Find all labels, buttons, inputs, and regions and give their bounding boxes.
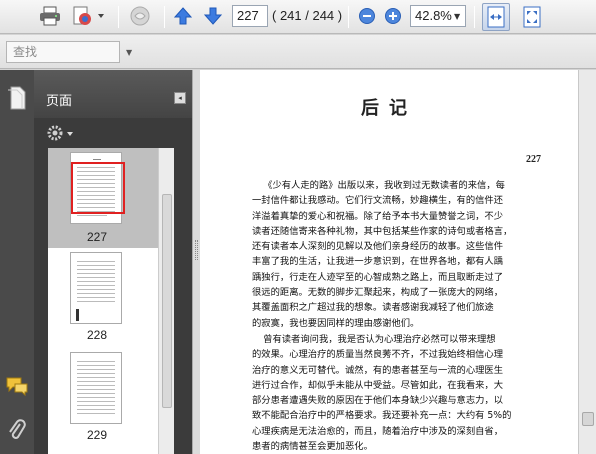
- search-bar: 查找 ▼: [0, 35, 596, 69]
- thumbnail-label: 228: [86, 328, 108, 342]
- search-input[interactable]: 查找: [6, 41, 120, 63]
- page-count-label: ( 241 / 244 ): [272, 8, 343, 23]
- text-line: 治疗的意义无可替代。诚然，有的患者甚至与一流的心理医生: [252, 364, 504, 376]
- text-line: 的效果。心理治疗的质量当然良莠不齐，不过我始终相信心理: [252, 349, 504, 361]
- document-scrollbar[interactable]: [578, 70, 596, 454]
- document-page: 后记 227 《少有人走的路》出版以来，我收到过无数读者的来信，每一封信件都让我…: [200, 70, 578, 454]
- pages-panel-title: 页面: [46, 94, 73, 109]
- attachment-icon[interactable]: [8, 418, 26, 445]
- text-line: 一封信件都让我感动。它们行文流畅，妙趣横生，有的信件还: [252, 195, 504, 207]
- thumbnail-item[interactable]: 227: [48, 148, 174, 248]
- document-scrollbar-thumb[interactable]: [582, 412, 594, 426]
- zoom-out-button[interactable]: [356, 4, 378, 28]
- visible-area-frame[interactable]: [71, 162, 125, 214]
- text-line: 很远的距离。无数的脚步汇聚起来，构成了一张庞大的网络，: [252, 287, 504, 299]
- main-toolbar: 227 ( 241 / 244 ) 42.8% ▼: [0, 0, 596, 34]
- thumbnail-label: 229: [86, 428, 108, 442]
- fit-width-button[interactable]: [482, 3, 510, 31]
- previous-page-button[interactable]: [172, 4, 194, 28]
- text-line: 进行过合作，却似乎未能从中受益。尽管如此，在我看来，大: [252, 379, 504, 391]
- text-line: 致不能配合治疗中的严格要求。我还要补充一点：大约有 5%的: [252, 410, 512, 422]
- text-line: 踽独行，行走在人迹罕至的心智成熟之路上，而且取断走过了: [252, 271, 504, 283]
- options-gear-icon[interactable]: [46, 124, 74, 145]
- comments-icon[interactable]: [5, 376, 29, 399]
- panel-splitter[interactable]: [192, 70, 200, 454]
- thumbnail-label: 227: [86, 230, 108, 244]
- fit-page-button[interactable]: [518, 3, 546, 31]
- navigation-strip: [0, 70, 34, 454]
- text-line: 洋溢着真挚的爱心和祝福。除了给予本书大量赞誉之词，不少: [252, 210, 504, 222]
- search-dropdown-icon[interactable]: ▼: [126, 48, 132, 57]
- thumbnail-item[interactable]: 228: [48, 248, 174, 348]
- text-line: 曾有读者询问我，我是否认为心理治疗必然可以带来理想: [263, 334, 496, 345]
- text-line: 患者的病情甚至会更加恶化。: [252, 441, 373, 453]
- text-line: 的寂寞，我也要因同样的理由感谢他们。: [252, 317, 420, 329]
- collaborate-icon[interactable]: [126, 4, 154, 28]
- print-icon[interactable]: [36, 4, 64, 28]
- text-line: 读者还随信寄来各种礼物，其中包括某些作家的诗句或者格言，: [252, 225, 513, 237]
- pages-panel-header: 页面 ◂: [34, 70, 192, 118]
- text-line: 其覆盖面积之广超过我的想象。读者感谢我减轻了他们旅途: [252, 302, 494, 314]
- document-view: 后记 227 《少有人走的路》出版以来，我收到过无数读者的来信，每一封信件都让我…: [200, 70, 596, 454]
- text-line: 还有读者本人深刻的见解以及他们亲身经历的故事。这些信件: [252, 241, 504, 253]
- text-line: 丰富了我的生活，让我进一步意识到，在世界各地，都有人踽: [252, 256, 504, 268]
- thumbnail-scrollbar-thumb[interactable]: [162, 194, 172, 408]
- next-page-button[interactable]: [202, 4, 224, 28]
- pages-icon[interactable]: [7, 86, 27, 113]
- page-thumbnail[interactable]: [70, 252, 122, 324]
- paragraph: 《少有人走的路》出版以来，我收到过无数读者的来信，每一封信件都让我感动。它们行文…: [252, 178, 542, 331]
- thumbnail-list: 227 228 229: [48, 148, 174, 454]
- page-number-input[interactable]: 227: [232, 5, 268, 27]
- zoom-in-button[interactable]: [382, 4, 404, 28]
- collapse-panel-button[interactable]: ◂: [174, 92, 186, 104]
- text-line: 《少有人走的路》出版以来，我收到过无数读者的来信，每: [263, 180, 505, 191]
- text-line: 部分患者遭遇失败的原因在于他们本身缺少兴趣与意志力，以: [252, 395, 504, 407]
- document-tools-icon[interactable]: [70, 4, 106, 28]
- figure-mark: [76, 309, 79, 321]
- page-number: 227: [526, 154, 541, 165]
- thumbnail-item[interactable]: 229: [48, 348, 174, 448]
- pages-panel: 页面 ◂ 227 228 229: [34, 70, 192, 454]
- page-thumbnail[interactable]: [70, 352, 122, 424]
- text-line: 心理疾病是无法治愈的，而且，随着治疗中涉及的深刻自省，: [252, 425, 504, 437]
- page-title: 后记: [361, 98, 417, 119]
- zoom-dropdown-icon[interactable]: ▼: [454, 12, 460, 21]
- thumbnail-scrollbar[interactable]: [158, 148, 174, 454]
- paragraph: 曾有读者询问我，我是否认为心理治疗必然可以带来理想 的效果。心理治疗的质量当然良莠…: [252, 332, 542, 454]
